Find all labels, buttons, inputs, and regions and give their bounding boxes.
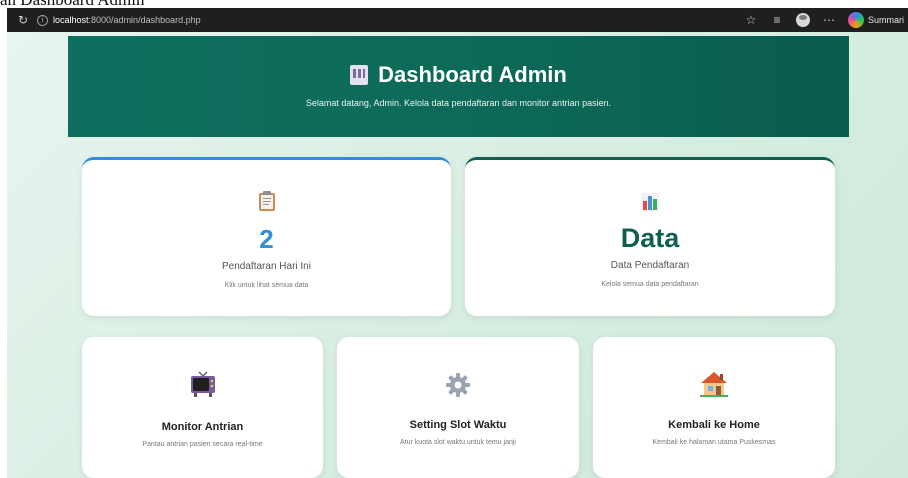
more-menu-icon[interactable]: ⋯	[822, 13, 836, 27]
data-label: Data Pendaftaran	[610, 260, 690, 271]
favorites-list-icon[interactable]: ≡	[770, 13, 784, 27]
gear-icon	[446, 373, 470, 397]
home-title: Kembali ke Home	[668, 419, 760, 431]
reload-button[interactable]: ↻	[13, 10, 33, 30]
favorite-star-icon[interactable]: ☆	[744, 13, 758, 27]
data-description: Kelola semua data pendaftaran	[601, 281, 699, 288]
profile-avatar[interactable]	[795, 13, 810, 27]
clipboard-icon	[258, 191, 275, 211]
monitor-card[interactable]: Monitor Antrian Pantau antrian pasien se…	[82, 337, 323, 478]
browser-toolbar: ↻ i localhost:8000/admin/dashboard.php ☆…	[7, 8, 908, 32]
toolbar-actions: ☆ ≡ ⋯ Summari	[744, 12, 908, 28]
page-subtitle: Selamat datang, Admin. Kelola data penda…	[305, 98, 612, 108]
data-card[interactable]: Data Data Pendaftaran Kelola semua data …	[465, 157, 835, 316]
monitor-title: Monitor Antrian	[161, 421, 244, 433]
registrations-count: 2	[259, 224, 274, 254]
registrations-description: Klik untuk lihat semua data	[224, 282, 309, 289]
dashboard-header: Dashboard Admin Selamat datang, Admin. K…	[68, 36, 849, 137]
tv-icon	[190, 371, 215, 397]
data-value: Data	[620, 223, 680, 253]
reload-icon: ↻	[17, 13, 29, 27]
page-title: Dashboard Admin	[378, 62, 567, 87]
house-icon	[700, 372, 728, 397]
slot-setting-title: Setting Slot Waktu	[409, 419, 507, 431]
address-host: localhost	[53, 15, 89, 25]
address-text: localhost:8000/admin/dashboard.php	[53, 15, 201, 25]
site-info-icon[interactable]: i	[37, 14, 48, 26]
registrations-card[interactable]: 2 Pendaftaran Hari Ini Klik untuk lihat …	[82, 157, 451, 316]
bar-chart-icon	[641, 193, 659, 211]
copilot-icon	[847, 12, 864, 28]
home-description: Kembali ke halaman utama Puskesmas	[652, 439, 776, 446]
slot-setting-description: Atur kuota slot waktu untuk temu janji	[400, 439, 516, 446]
registrations-label: Pendaftaran Hari Ini	[222, 261, 311, 272]
home-card[interactable]: Kembali ke Home Kembali ke halaman utama…	[593, 337, 835, 478]
summarize-button[interactable]: Summari	[847, 12, 904, 28]
address-bar[interactable]: i localhost:8000/admin/dashboard.php	[37, 14, 201, 26]
monitor-description: Pantau antrian pasien secara real-time	[142, 441, 263, 448]
summarize-label: Summari	[867, 15, 904, 25]
hospital-icon	[350, 65, 369, 85]
slot-setting-card[interactable]: Setting Slot Waktu Atur kuota slot waktu…	[337, 337, 579, 478]
page-viewport: Dashboard Admin Selamat datang, Admin. K…	[7, 32, 908, 478]
address-path: :8000/admin/dashboard.php	[88, 15, 201, 25]
page-title-row: Dashboard Admin	[68, 62, 849, 88]
